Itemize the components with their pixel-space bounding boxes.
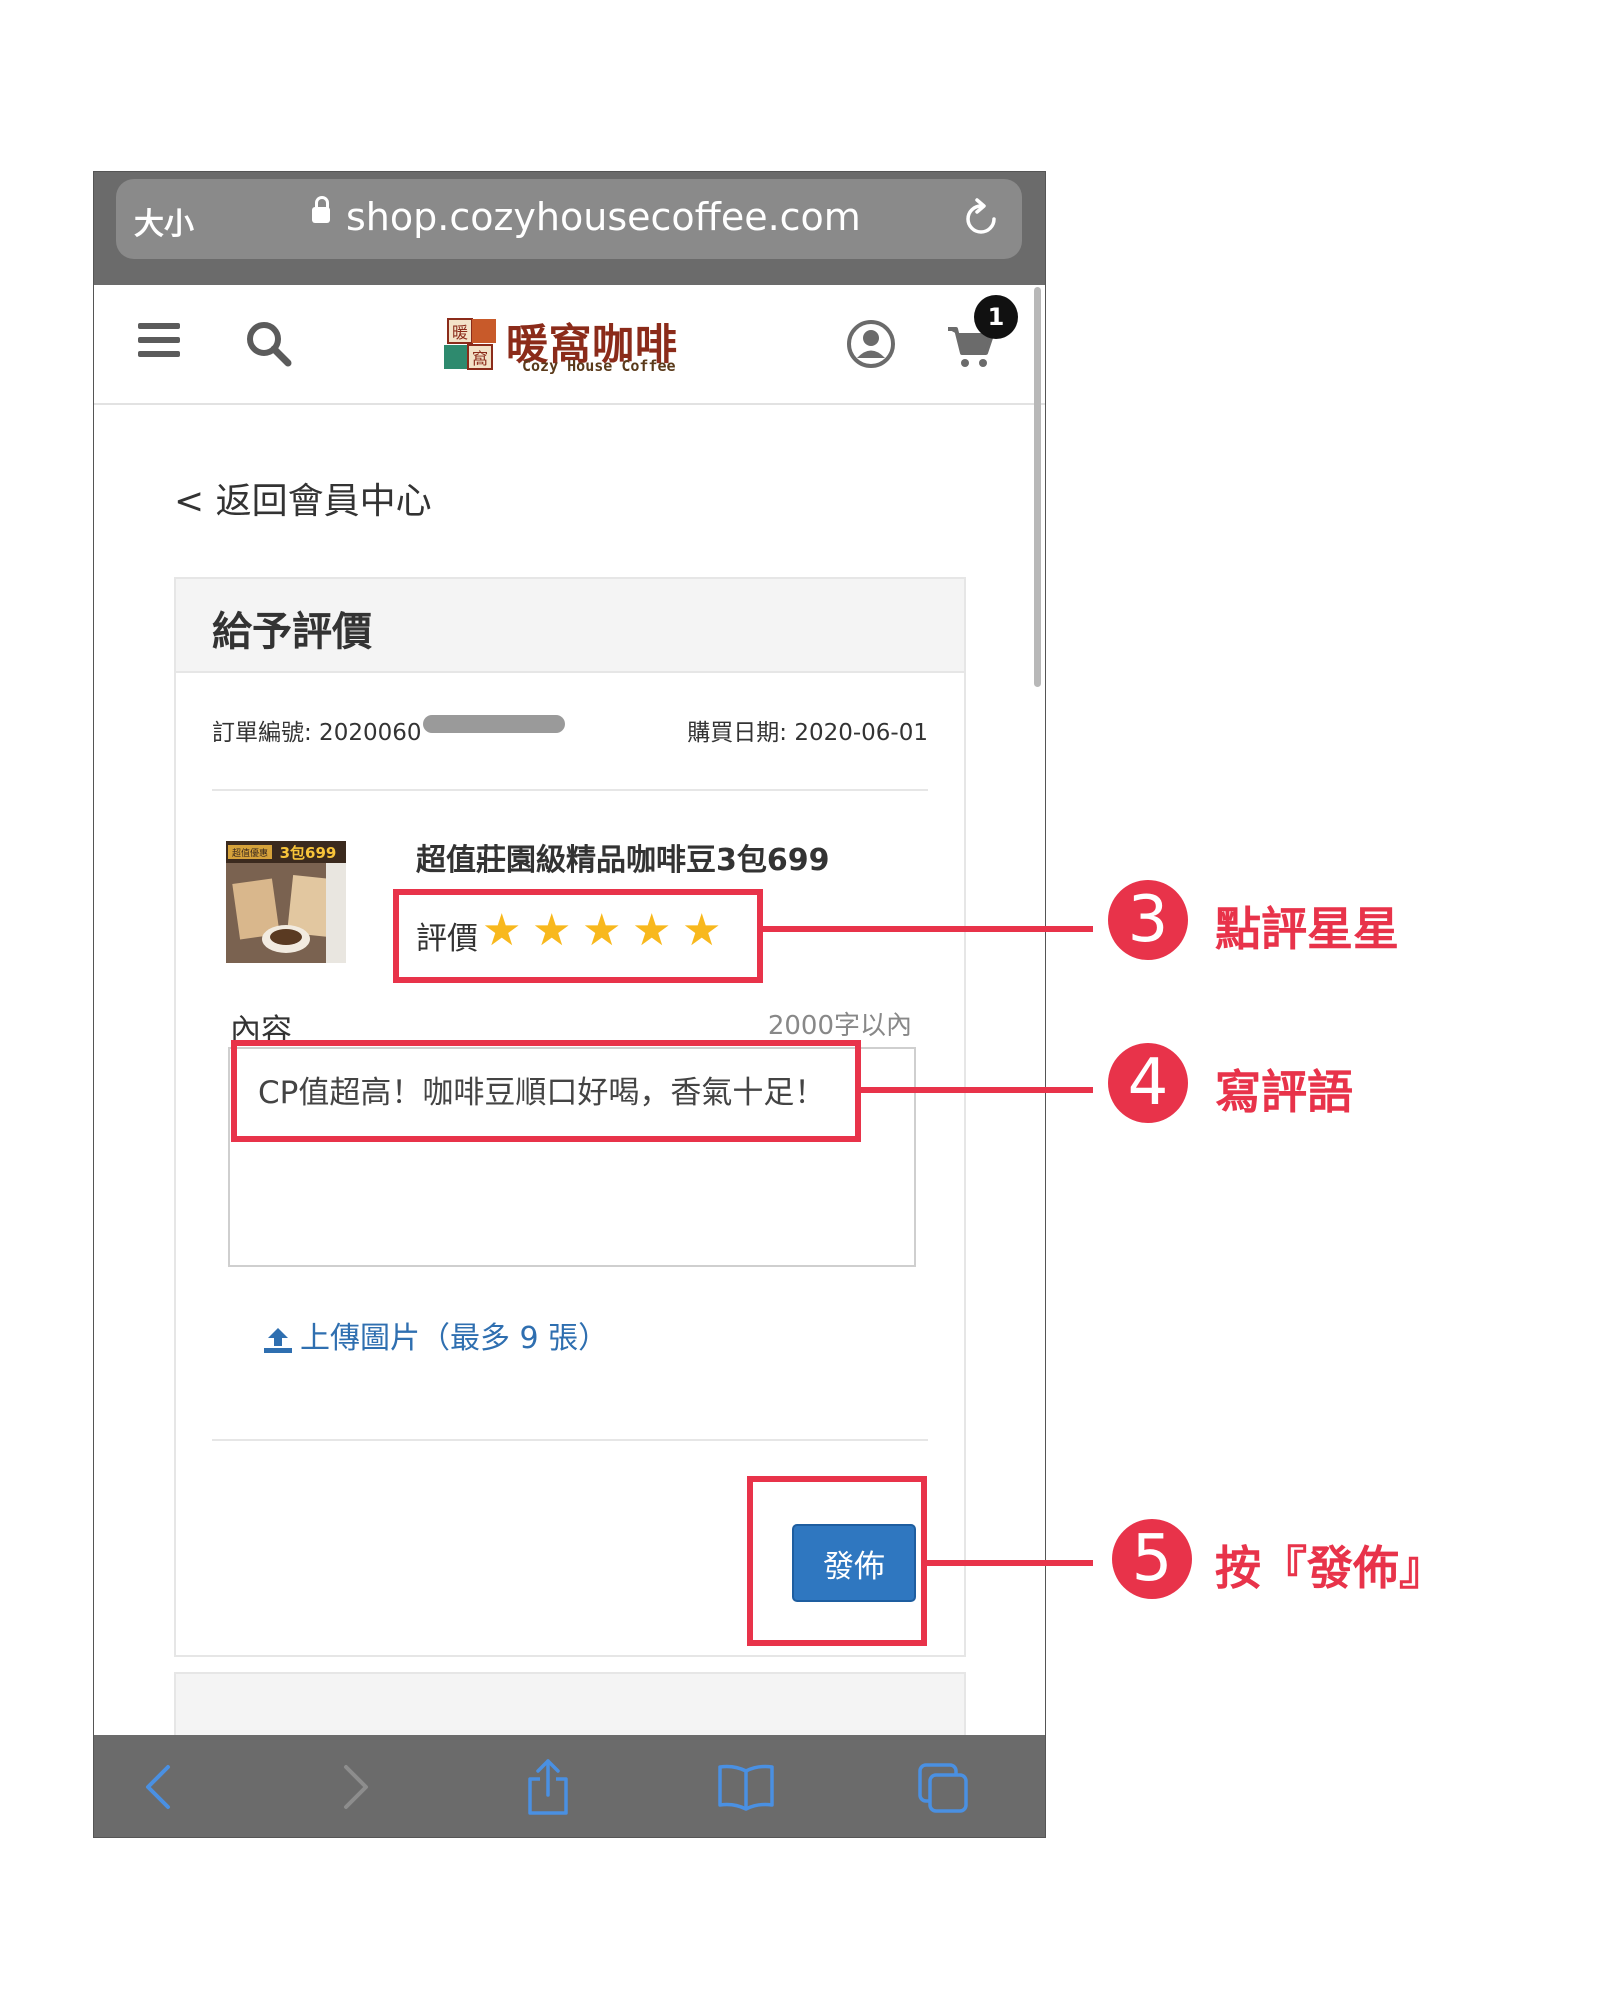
cart-count-badge: 1: [974, 295, 1018, 339]
product-name: 超值莊園級精品咖啡豆3包699: [416, 843, 830, 878]
browser-bottom-bar: [94, 1735, 1045, 1837]
annotation-number-5: 5: [1112, 1519, 1192, 1599]
annotation-number-4: 4: [1108, 1043, 1188, 1123]
text-size-label: 大小: [134, 207, 194, 242]
browser-top-bar: 大小 shop.cozyhousecoffee.com: [94, 172, 1045, 285]
annotation-box-rating: [393, 889, 763, 983]
upload-icon: [264, 1327, 292, 1353]
annotation-number-3: 3: [1108, 880, 1188, 960]
annotation-text-4: 寫評語: [1215, 1065, 1353, 1119]
tabs-icon[interactable]: [914, 1757, 974, 1817]
lock-icon: [312, 196, 330, 223]
page-title: 給予評價: [212, 609, 372, 655]
account-icon[interactable]: [846, 319, 896, 369]
back-to-member-center-link[interactable]: < 返回會員中心: [174, 472, 432, 524]
product-image-price: 3包699: [280, 844, 337, 862]
address-bar[interactable]: 大小 shop.cozyhousecoffee.com: [116, 179, 1022, 259]
annotation-text-5: 按『發佈』: [1215, 1541, 1445, 1595]
site-logo[interactable]: 暖 窩 暖窩咖啡 Cozy House Coffee: [442, 313, 687, 375]
upload-label: 上傳圖片（最多 9 張）: [300, 1321, 609, 1356]
page-scrollbar[interactable]: [1034, 287, 1041, 687]
url-text[interactable]: shop.cozyhousecoffee.com: [346, 195, 861, 239]
share-icon[interactable]: [518, 1757, 578, 1817]
annotation-line-3: [763, 926, 1093, 932]
product-thumbnail: 超值優惠 3包699: [226, 841, 346, 963]
annotation-box-publish: [747, 1476, 927, 1646]
search-icon[interactable]: [244, 319, 294, 369]
divider: [212, 789, 928, 791]
logo-mark-char-2: 窩: [472, 349, 488, 368]
char-limit-hint: 2000字以內: [767, 1011, 912, 1041]
annotation-line-5: [927, 1560, 1093, 1566]
product-image-badge: 超值優惠: [232, 847, 268, 859]
divider: [212, 1439, 928, 1441]
annotation-text-3: 點評星星: [1215, 902, 1399, 956]
back-chevron-icon[interactable]: [130, 1757, 190, 1817]
redacted-order-digits: [423, 715, 565, 733]
review-card-header: 給予評價: [176, 579, 964, 673]
logo-mark-char-1: 暖: [452, 323, 468, 342]
bookmarks-icon[interactable]: [716, 1757, 776, 1817]
purchase-date: 購買日期: 2020-06-01: [687, 720, 928, 746]
forward-chevron-icon[interactable]: [324, 1757, 384, 1817]
logo-mark: 暖 窩: [444, 318, 496, 370]
text-size-button[interactable]: 大小: [134, 199, 194, 243]
upload-images-button[interactable]: 上傳圖片（最多 9 張）: [262, 1313, 608, 1357]
menu-icon[interactable]: [138, 323, 180, 365]
reload-icon[interactable]: [958, 195, 1004, 241]
site-header: 暖 窩 暖窩咖啡 Cozy House Coffee 1: [94, 285, 1045, 405]
annotation-line-4: [861, 1087, 1093, 1093]
order-number: 訂單編號: 2020060: [212, 720, 422, 746]
annotation-box-review: [231, 1040, 861, 1142]
logo-english-name: Cozy House Coffee: [522, 357, 676, 375]
